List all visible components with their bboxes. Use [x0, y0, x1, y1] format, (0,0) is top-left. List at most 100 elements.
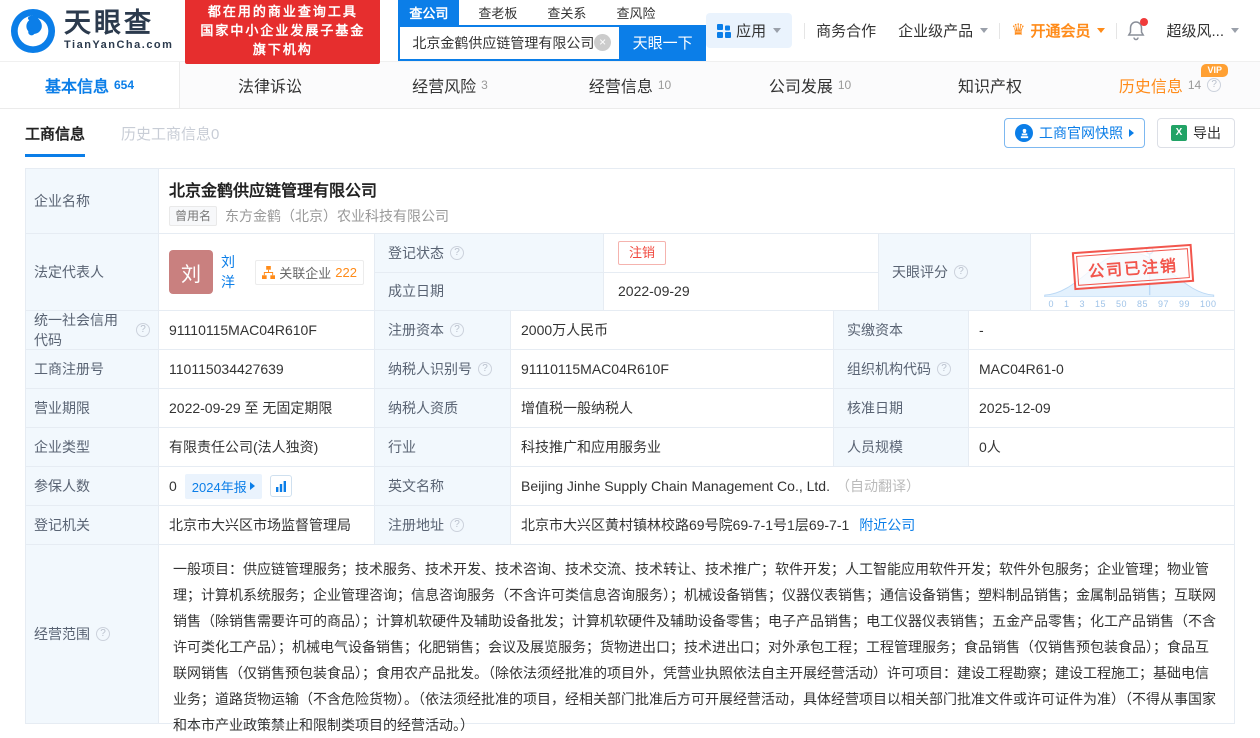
table-row: 工商注册号 110115034427639 纳税人识别号 91110115MAC…: [26, 350, 1234, 389]
score-label: 天眼评分: [892, 264, 948, 280]
apps-menu[interactable]: 应用: [706, 13, 793, 48]
industry-value: 科技推广和应用服务业: [511, 428, 834, 466]
tab-label: 基本信息: [44, 79, 109, 96]
tab-label: 经营风险: [412, 79, 477, 96]
enterprise-menu[interactable]: 企业级产品: [898, 20, 989, 41]
tab-count: 3: [481, 78, 488, 92]
tab-count: 10: [657, 78, 672, 92]
taxpayer-quality-value: 增值税一般纳税人: [511, 389, 834, 427]
business-info-table: 企业名称 北京金鹤供应链管理有限公司 曾用名 东方金鹤（北京）农业科技有限公司 …: [25, 168, 1235, 733]
credit-code-label: 统一社会信用代码: [26, 311, 159, 349]
tab-operation-risk[interactable]: 经营风险 3: [360, 62, 540, 108]
search-button[interactable]: 天眼一下: [619, 24, 707, 61]
tab-legal[interactable]: 法律诉讼: [180, 62, 360, 108]
help-icon[interactable]: [937, 362, 951, 376]
vip-menu[interactable]: ♛ 开通会员: [1011, 20, 1106, 41]
tab-operation-info[interactable]: 经营信息 10: [540, 62, 720, 108]
stamp-text: 公司已注销: [1075, 248, 1190, 287]
industry-label: 行业: [375, 428, 511, 466]
nearby-companies-link[interactable]: 附近公司: [859, 515, 915, 535]
tab-label: 知识产权: [957, 79, 1022, 96]
brand-domain: TianYanCha.com: [64, 39, 174, 51]
search-tab-risk[interactable]: 查风险: [605, 0, 666, 25]
tianyancha-logo-icon: [10, 8, 56, 53]
chevron-down-icon: [1231, 28, 1239, 33]
tab-history-info[interactable]: VIP 历史信息 14: [1080, 62, 1260, 108]
table-row: 登记机关 北京市大兴区市场监督管理局 注册地址 北京市大兴区黄村镇林校路69号院…: [26, 506, 1234, 545]
help-icon[interactable]: [450, 518, 464, 532]
apps-grid-icon: [717, 23, 732, 38]
help-icon[interactable]: [450, 245, 464, 260]
section-tabs: 基本信息 654 法律诉讼 经营风险 3 经营信息 10 公司发展 10 知识产权 VI…: [0, 62, 1260, 109]
help-icon[interactable]: [954, 265, 968, 279]
export-button[interactable]: X 导出: [1157, 118, 1235, 148]
bar-chart-icon: [275, 481, 286, 492]
legal-rep-link[interactable]: 刘洋: [221, 252, 247, 292]
reg-capital-value: 2000万人民币: [511, 311, 834, 349]
brand-name: 天眼查: [64, 8, 154, 38]
staff-size-label: 人员规模: [834, 428, 969, 466]
avatar[interactable]: 刘: [169, 250, 213, 294]
subtab-row: 工商信息 历史工商信息0 工商官网快照 X 导出: [0, 109, 1260, 157]
business-scope-label: 经营范围: [26, 545, 159, 723]
status-date-block: 登记状态 注销 成立日期 2022-09-29: [375, 234, 879, 310]
company-type-value: 有限责任公司(法人独资): [159, 428, 375, 466]
vip-label: 开通会员: [1030, 23, 1091, 40]
reg-status-cell: 注销: [604, 234, 878, 272]
address-cell: 北京市大兴区黄村镇林校路69号院69-7-1号1层69-7-1 附近公司: [511, 506, 1234, 544]
excel-icon: X: [1171, 125, 1187, 141]
company-name-cell: 北京金鹤供应链管理有限公司 曾用名 东方金鹤（北京）农业科技有限公司: [159, 169, 1234, 233]
tianyancha-logo[interactable]: 天眼查 TianYanCha.com: [10, 8, 173, 54]
tab-intellectual-property[interactable]: 知识产权: [900, 62, 1080, 108]
divider: [999, 22, 1001, 39]
notifications-button[interactable]: [1127, 17, 1149, 41]
reg-status-label-cell: 登记状态: [375, 234, 604, 272]
annual-report-tag[interactable]: 2024年报: [184, 473, 262, 499]
search-input[interactable]: [412, 34, 595, 51]
table-row: 法定代表人 刘 刘洋 关联企业 222 登记状态 注销 成立日期 2022-09…: [26, 234, 1234, 311]
super-risk-menu[interactable]: 超级风...: [1166, 20, 1239, 41]
help-icon[interactable]: [136, 323, 150, 337]
cooperation-label: 商务合作: [816, 23, 877, 40]
english-name-label: 英文名称: [375, 467, 511, 505]
chevron-right-icon: [1129, 129, 1134, 137]
clear-icon[interactable]: [594, 34, 612, 51]
tab-count: 10: [837, 78, 852, 92]
promo-banner: 都在用的商业查询工具 国家中小企业发展子基金旗下机构: [185, 0, 381, 64]
trend-chart-button[interactable]: [269, 475, 292, 497]
export-label: 导出: [1193, 125, 1221, 141]
search-tab-company[interactable]: 查公司: [398, 0, 460, 25]
reg-number-value: 110115034427639: [159, 350, 375, 388]
score-label-cell: 天眼评分: [879, 234, 1031, 310]
established-label: 成立日期: [388, 283, 444, 300]
enterprise-label: 企业级产品: [898, 23, 974, 40]
help-icon[interactable]: [96, 627, 110, 641]
related-companies-badge[interactable]: 关联企业 222: [255, 259, 364, 285]
address-label: 注册地址: [375, 506, 511, 544]
cooperation-menu[interactable]: 商务合作: [816, 20, 876, 41]
legal-rep-label: 法定代表人: [26, 234, 159, 310]
toolbar: 工商官网快照 X 导出: [1004, 118, 1235, 148]
tab-company-development[interactable]: 公司发展 10: [720, 62, 900, 108]
help-icon[interactable]: [450, 323, 464, 337]
tab-basic-info[interactable]: 基本信息 654: [0, 62, 180, 108]
reg-authority-label: 登记机关: [26, 506, 159, 544]
table-row: 统一社会信用代码 91110115MAC04R610F 注册资本 2000万人民…: [26, 311, 1234, 350]
search-tab-boss[interactable]: 查老板: [467, 0, 528, 25]
org-code-value: MAC04R61-0: [979, 361, 1064, 377]
reg-authority-value: 北京市大兴区市场监督管理局: [159, 506, 375, 544]
search-tab-relation[interactable]: 查关系: [536, 0, 597, 25]
former-name-badge: 曾用名: [169, 205, 218, 226]
tab-label: 经营信息: [588, 79, 653, 96]
tab-label: 法律诉讼: [237, 79, 302, 96]
subtab-business-info[interactable]: 工商信息: [25, 109, 86, 157]
promo-line2: 国家中小企业发展子基金旗下机构: [200, 23, 366, 57]
crown-icon: ♛: [1011, 21, 1026, 39]
subtab-history-business-info[interactable]: 历史工商信息0: [121, 109, 219, 157]
official-snapshot-button[interactable]: 工商官网快照: [1004, 118, 1145, 148]
label-text: 注册地址: [388, 517, 444, 533]
table-row: 经营范围 一般项目：供应链管理服务；技术服务、技术开发、技术咨询、技术交流、技术…: [26, 545, 1234, 733]
help-icon[interactable]: [478, 362, 492, 376]
established-label-cell: 成立日期: [375, 272, 604, 310]
help-icon[interactable]: [1207, 78, 1222, 92]
